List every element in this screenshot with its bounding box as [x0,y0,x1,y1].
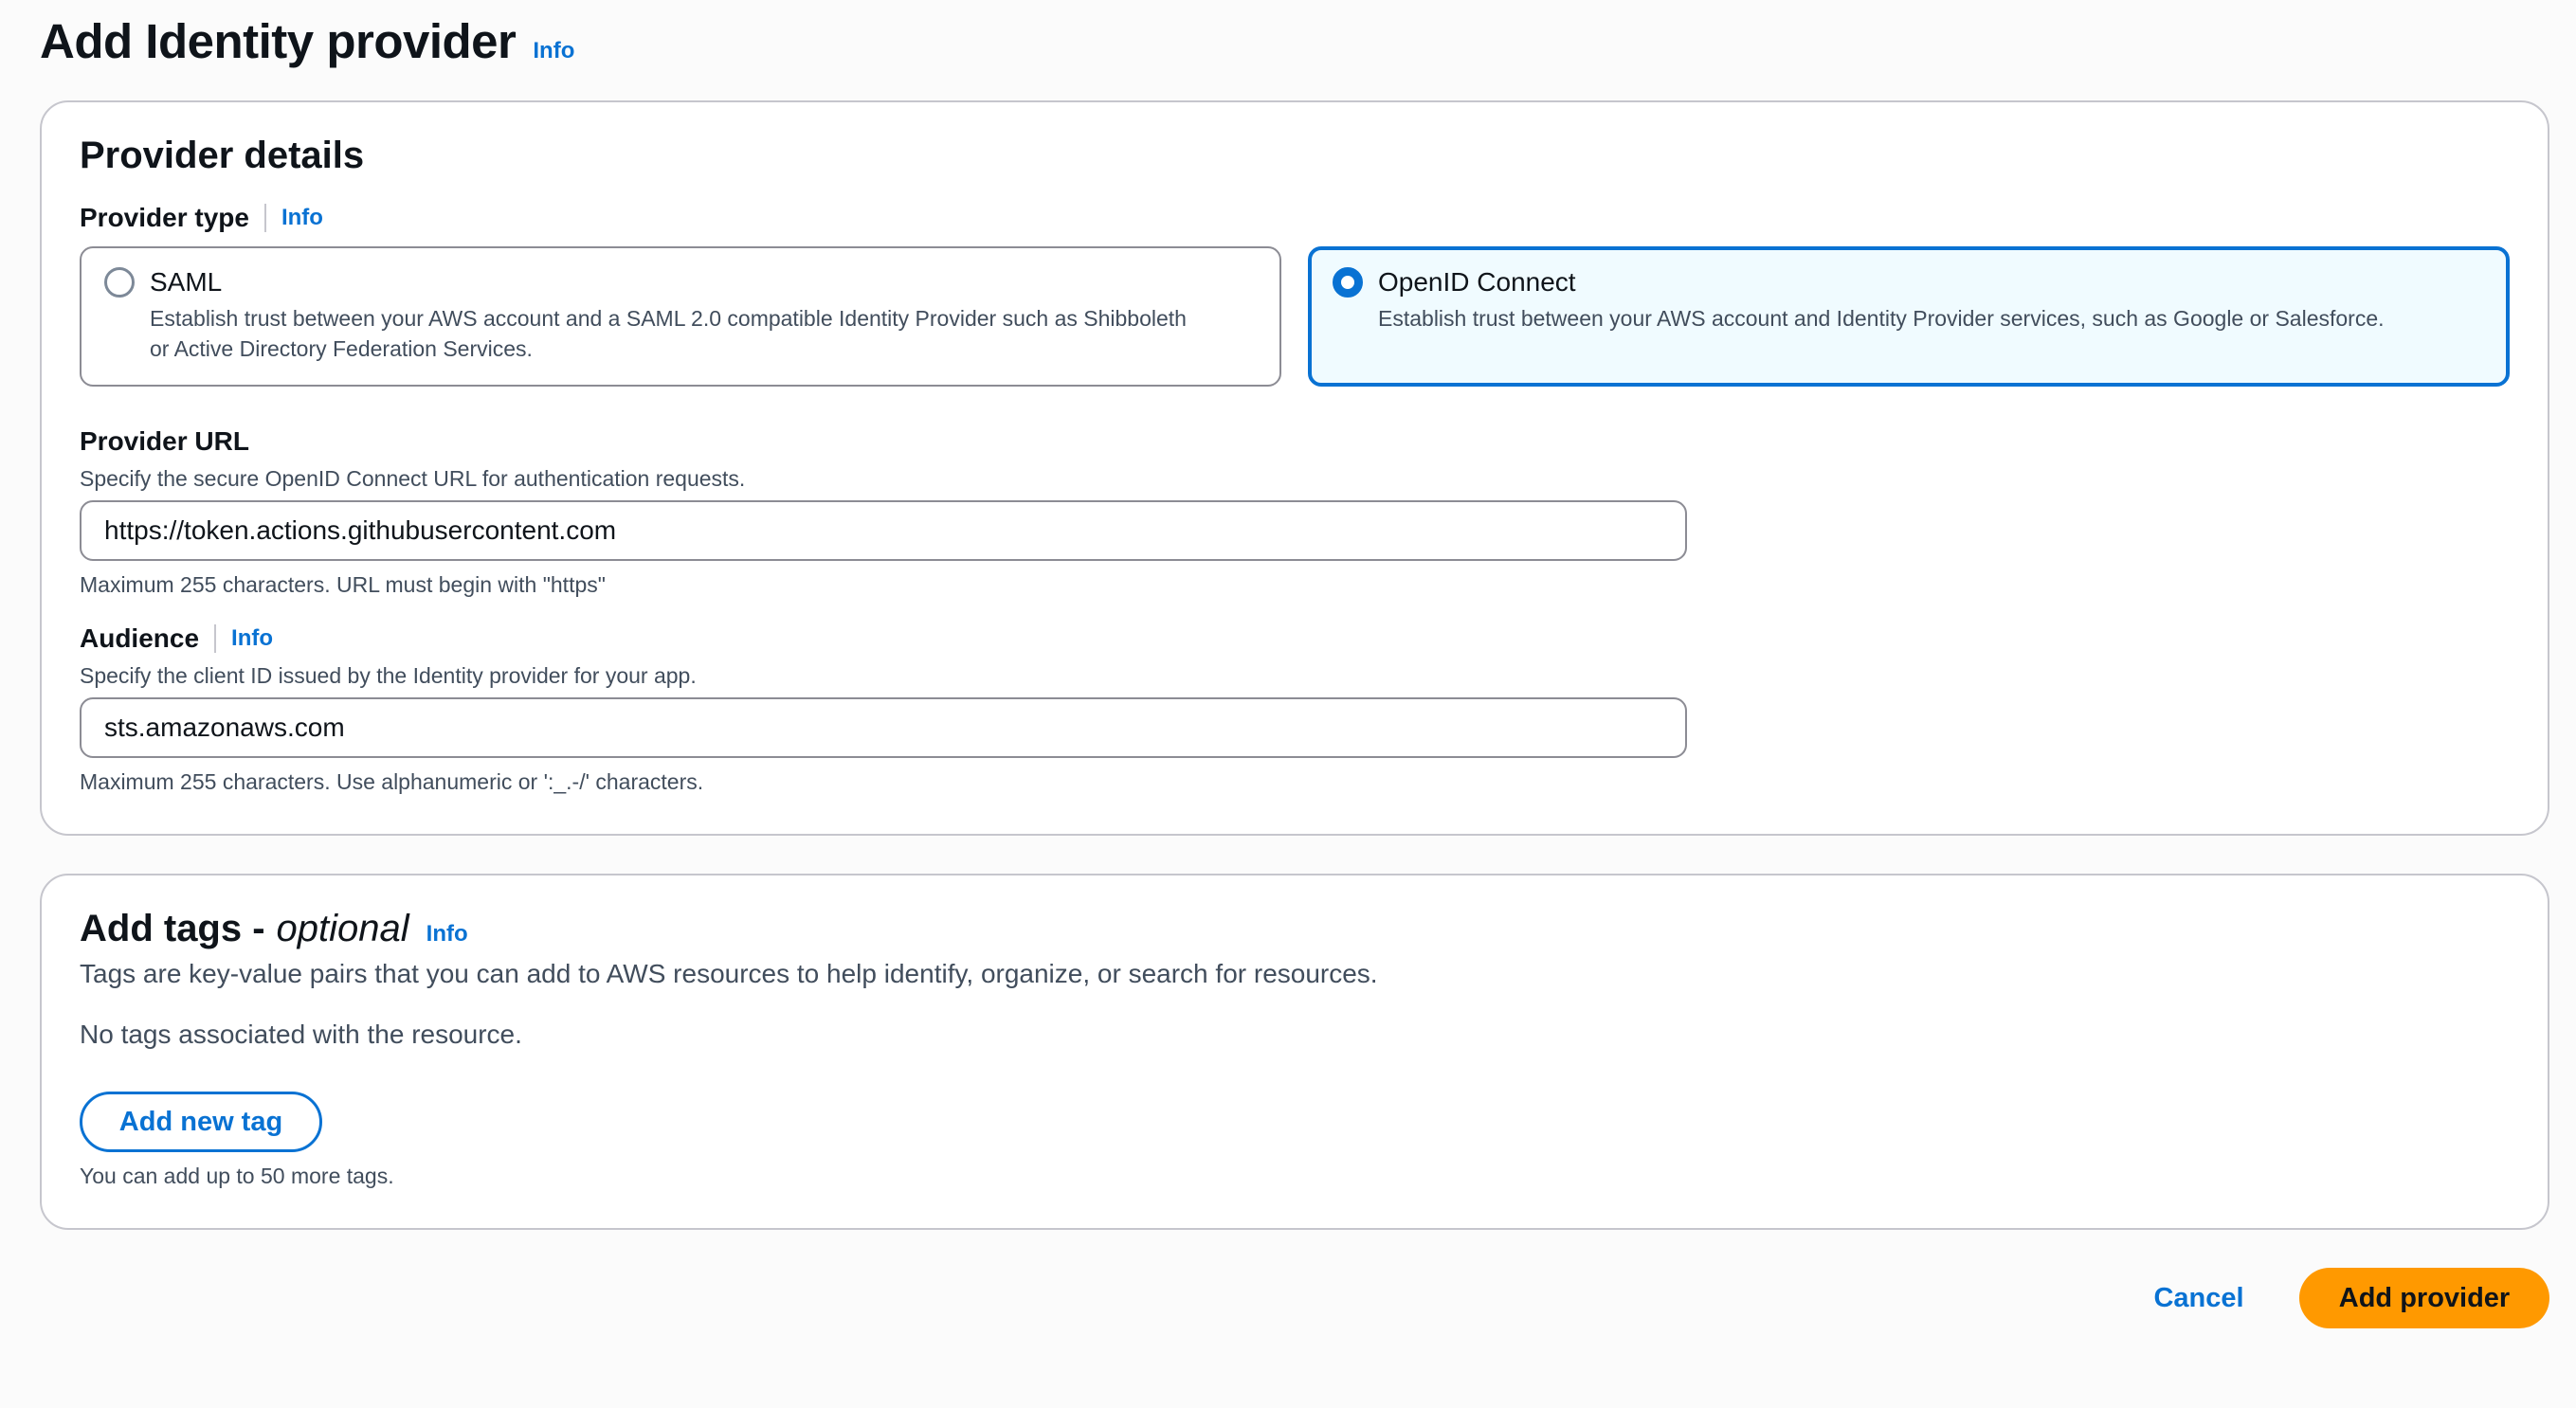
page: Add Identity provider Info Provider deta… [0,0,2576,1408]
provider-details-title: Provider details [80,135,365,176]
no-tags-message: No tags associated with the resource. [80,1020,522,1049]
add-tags-info-link[interactable]: Info [426,921,468,948]
saml-option-description: Establish trust between your AWS account… [150,306,1187,361]
provider-url-label-row: Provider URL [80,426,249,457]
header-info-link[interactable]: Info [533,38,574,64]
provider-url-input[interactable] [80,500,1687,561]
audience-constraint: Maximum 255 characters. Use alphanumeric… [80,769,704,794]
add-tags-title-text: Add tags - [80,908,265,949]
provider-url-label: Provider URL [80,426,249,456]
audience-label: Audience [80,623,200,653]
provider-url-constraint: Maximum 255 characters. URL must begin w… [80,572,606,597]
cancel-button[interactable]: Cancel [2132,1268,2265,1328]
openid-connect-option-description: Establish trust between your AWS account… [1378,306,2385,331]
add-tags-title: Add tags - optional Info [80,908,468,950]
saml-option-tile[interactable]: SAML Establish trust between your AWS ac… [80,246,1281,387]
label-divider [214,624,217,653]
openid-connect-radio[interactable] [1333,267,1363,298]
audience-info-link[interactable]: Info [231,625,273,652]
provider-type-label-row: Provider type Info [80,203,323,233]
page-title: Add Identity provider [40,14,517,68]
openid-connect-option-tile[interactable]: OpenID Connect Establish trust between y… [1308,246,2510,387]
add-tags-optional-text: optional [276,908,409,949]
provider-type-label: Provider type [80,203,249,232]
saml-radio[interactable] [104,267,135,298]
add-new-tag-button[interactable]: Add new tag [80,1092,322,1152]
add-tags-container: Add tags - optional Info Tags are key-va… [40,874,2549,1230]
add-tags-description: Tags are key-value pairs that you can ad… [80,959,1378,988]
saml-option-title: SAML [150,267,223,297]
provider-url-description: Specify the secure OpenID Connect URL fo… [80,466,746,491]
audience-input[interactable] [80,697,1687,758]
provider-details-container: Provider details Provider type Info SAML… [40,100,2549,836]
audience-description: Specify the client ID issued by the Iden… [80,663,697,688]
tags-limit-hint: You can add up to 50 more tags. [80,1164,394,1188]
openid-connect-option-title: OpenID Connect [1378,267,1576,297]
audience-label-row: Audience Info [80,623,273,654]
provider-type-info-link[interactable]: Info [281,205,323,231]
add-provider-button[interactable]: Add provider [2299,1268,2549,1328]
page-header: Add Identity provider Info [40,13,574,69]
label-divider [263,204,266,232]
